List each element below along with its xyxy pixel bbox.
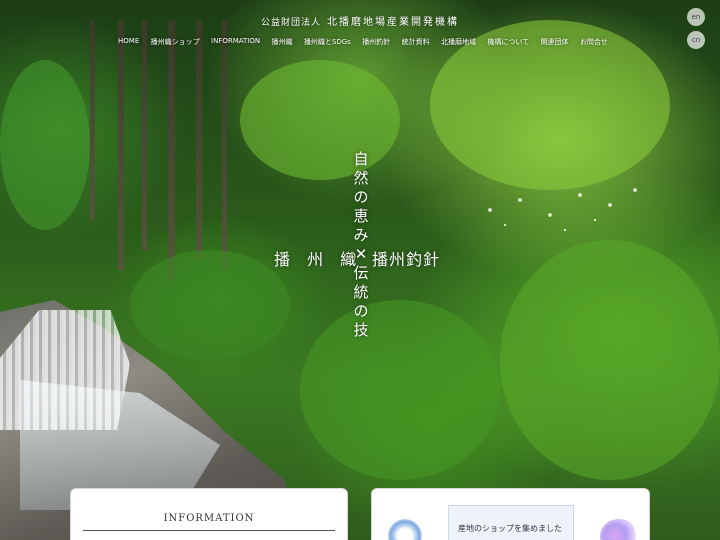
tree-trunk — [222, 20, 227, 270]
nav-item-about[interactable]: 機構について — [487, 37, 529, 47]
nav-item-region[interactable]: 北播磨地域 — [441, 37, 476, 47]
tagline-char: 然 — [353, 169, 369, 187]
divider — [83, 530, 335, 531]
shop-label: 産地のショップを集めました — [448, 505, 574, 540]
tagline-char: 恵 — [353, 207, 369, 225]
main-nav: HOME 播州織ショップ INFORMATION 播州織 播州織とSDGs 播州… — [118, 37, 608, 47]
tagline-vertical: 自 然 の 恵 み ✕ 伝 統 の 技 — [352, 150, 370, 340]
nav-item-banshu-ori[interactable]: 播州織 — [272, 37, 293, 47]
white-blossoms — [470, 170, 660, 250]
tagline-char: 技 — [353, 321, 369, 339]
lang-button-en[interactable]: en — [687, 8, 705, 26]
tree-trunk — [142, 20, 147, 250]
nav-item-related[interactable]: 関連団体 — [541, 37, 569, 47]
decorative-orb-icon — [388, 519, 422, 540]
org-title: 北播磨地場産業開発機構 — [327, 17, 459, 28]
lang-button-cn[interactable]: cn — [687, 31, 705, 49]
nav-item-banshu-ori-shop[interactable]: 播州織ショップ — [151, 37, 200, 47]
decorative-orb-icon — [600, 519, 638, 540]
tagline-char: の — [353, 302, 369, 320]
tagline-char: の — [353, 188, 369, 206]
org-prefix: 公益財団法人 — [260, 18, 321, 28]
tagline-char: 統 — [353, 283, 369, 301]
foliage — [500, 240, 720, 480]
foliage — [130, 250, 290, 360]
nav-item-contact[interactable]: お問合せ — [580, 37, 608, 47]
nav-item-information[interactable]: INFORMATION — [211, 37, 260, 47]
nav-item-sdgs[interactable]: 播州織とSDGs — [304, 37, 351, 47]
tree-trunk — [118, 20, 124, 270]
nav-item-fishhook[interactable]: 播州釣針 — [362, 37, 390, 47]
tagline-banshu-fishhook: 播州釣針 — [372, 250, 441, 269]
tree-trunk — [168, 20, 175, 280]
information-title: INFORMATION — [163, 513, 255, 524]
shop-card[interactable]: 産地のショップを集めました — [371, 488, 650, 540]
tree-trunk — [196, 20, 202, 260]
tagline-char: み — [353, 226, 369, 244]
foliage — [240, 60, 400, 180]
nav-item-statistics[interactable]: 統計資料 — [402, 37, 430, 47]
foliage — [300, 300, 500, 480]
tagline-banshu-ori: 播 州 織 — [274, 250, 363, 269]
information-card[interactable]: INFORMATION — [70, 488, 348, 540]
tagline-char: 自 — [353, 150, 369, 168]
org-name[interactable]: 公益財団法人 北播磨地場産業開発機構 — [0, 13, 720, 28]
nav-item-home[interactable]: HOME — [118, 37, 139, 47]
tree-trunk — [90, 20, 95, 220]
foliage — [0, 60, 90, 230]
